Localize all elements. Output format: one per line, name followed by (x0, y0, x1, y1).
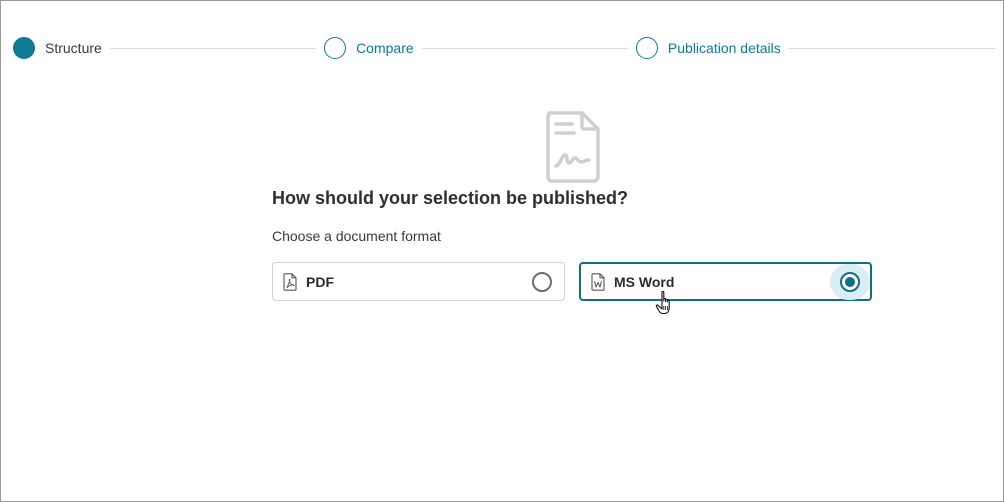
wizard-stepper: Structure Compare Publication details (13, 36, 1003, 60)
step-label-publication-details: Publication details (667, 40, 781, 56)
format-option-pdf-label: PDF (306, 273, 334, 290)
format-option-ms-word-label: MS Word (614, 273, 675, 290)
format-question-title: How should your selection be published? (272, 188, 629, 208)
word-file-icon (591, 272, 605, 291)
step-connector (421, 47, 628, 49)
step-indicator-structure (13, 37, 35, 59)
format-radio-pdf[interactable] (532, 271, 552, 292)
format-question-subtitle: Choose a document format (272, 228, 441, 244)
signed-document-icon (546, 111, 600, 183)
step-connector (109, 47, 317, 49)
format-option-pdf[interactable]: PDF (272, 262, 565, 301)
step-publication-details[interactable]: Publication details (635, 37, 781, 59)
format-radio-ms-word[interactable] (840, 271, 860, 292)
format-radio-pdf-wrap[interactable] (522, 264, 562, 300)
format-radio-ms-word-wrap[interactable] (830, 263, 870, 300)
step-compare[interactable]: Compare (324, 37, 414, 59)
step-label-compare: Compare (356, 40, 414, 56)
step-indicator-publication-details (635, 37, 658, 59)
pdf-file-icon (283, 272, 297, 291)
step-indicator-compare (324, 37, 347, 59)
format-option-ms-word[interactable]: MS Word (579, 262, 872, 301)
radio-selected-dot (845, 276, 855, 287)
step-label-structure: Structure (45, 40, 102, 56)
step-structure[interactable]: Structure (13, 37, 102, 59)
step-connector (788, 47, 996, 49)
publish-wizard-window: Structure Compare Publication details Ho… (0, 0, 1004, 502)
